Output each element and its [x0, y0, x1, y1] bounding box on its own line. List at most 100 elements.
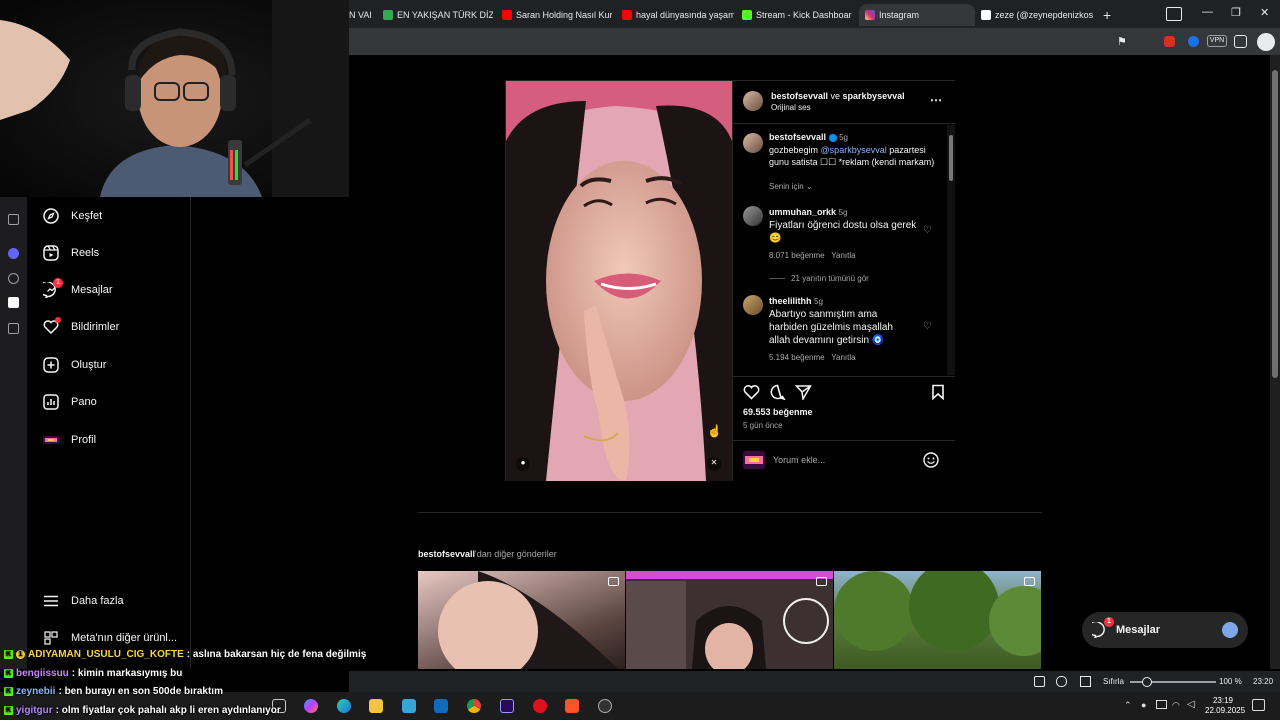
- sidebar-item-label: Bildirimler: [71, 321, 120, 333]
- network-icon[interactable]: [1156, 700, 1167, 709]
- comments-scrollbar-thumb[interactable]: [949, 135, 953, 181]
- post-thumbnail[interactable]: [834, 571, 1041, 669]
- browser-toolbar: ⚑ VPN: [349, 28, 1280, 55]
- audio-label[interactable]: Orijinal ses: [771, 103, 811, 112]
- browser-tab[interactable]: Stream - Kick Dashboard: [742, 4, 852, 26]
- zoom-reset-button[interactable]: Sıfırla: [1103, 677, 1124, 686]
- reply-button[interactable]: Yanıtla: [831, 251, 855, 260]
- commenter-avatar[interactable]: [743, 295, 763, 315]
- comment-input[interactable]: Yorum ekle...: [773, 455, 825, 465]
- caption-username[interactable]: bestofsevvall: [769, 132, 826, 142]
- sidebar-item-label: Mesajlar: [71, 284, 113, 296]
- caption-avatar[interactable]: [743, 133, 763, 153]
- globe-icon[interactable]: [8, 273, 19, 284]
- chrome-icon[interactable]: [467, 699, 481, 713]
- commenter-username[interactable]: theelilithh: [769, 296, 812, 306]
- restore-button[interactable]: ❐: [1231, 6, 1241, 19]
- like-icon[interactable]: [743, 384, 760, 405]
- view-replies-button[interactable]: 21 yanıtın tümünü gör: [769, 274, 869, 283]
- save-icon[interactable]: [931, 384, 945, 405]
- more-posts-username[interactable]: bestofsevvall: [418, 549, 475, 559]
- caption-text: gozbebegim @sparkbysevval pazartesi gunu…: [769, 145, 935, 167]
- opera-icon[interactable]: [533, 699, 547, 713]
- mute-icon[interactable]: ✕: [709, 458, 719, 468]
- store-icon[interactable]: [402, 699, 416, 713]
- browser-tab[interactable]: Saran Holding Nasıl Kurukt: [502, 4, 612, 26]
- sidebar-item-explore[interactable]: Keşfet: [43, 203, 102, 229]
- reply-button[interactable]: Yanıtla: [831, 353, 855, 362]
- copilot-icon[interactable]: [304, 699, 318, 713]
- system-clock[interactable]: 23:19 22.09.2025: [1205, 696, 1245, 716]
- comment-icon[interactable]: [769, 384, 786, 405]
- section-divider: [418, 512, 1042, 513]
- post-thumbnail[interactable]: [626, 571, 833, 669]
- zoom-slider-handle[interactable]: [1142, 677, 1152, 687]
- wifi-icon[interactable]: ◠: [1172, 700, 1180, 711]
- sidebar-item-more[interactable]: Daha fazla: [43, 588, 124, 614]
- edge-icon[interactable]: [337, 699, 351, 713]
- profile-avatar-icon[interactable]: [1257, 33, 1275, 51]
- emoji-icon[interactable]: [923, 452, 939, 473]
- extension-icon[interactable]: [1164, 36, 1175, 47]
- notification-center-icon[interactable]: [1252, 699, 1265, 711]
- mention-link[interactable]: @sparkbysevval: [821, 145, 887, 155]
- note-icon[interactable]: [8, 214, 19, 225]
- author-username[interactable]: bestofsevvall: [771, 91, 828, 101]
- browser-tab-active[interactable]: Instagram: [859, 4, 975, 26]
- bookmark-icon[interactable]: ⚑: [1117, 35, 1133, 51]
- comment-like-icon[interactable]: ♡: [923, 321, 932, 332]
- sidebar-item-dashboard[interactable]: Pano: [43, 389, 97, 415]
- commenter-username[interactable]: ummuhan_orkk: [769, 207, 836, 217]
- add-panel-icon[interactable]: [8, 323, 19, 334]
- more-options-icon[interactable]: ⋯: [930, 93, 943, 107]
- screenshot-icon[interactable]: [1034, 676, 1045, 687]
- premiere-icon[interactable]: [500, 699, 514, 713]
- tab-search-icon[interactable]: [1166, 7, 1182, 21]
- reel-video[interactable]: ● ✕: [506, 81, 732, 481]
- page-scrollbar-thumb[interactable]: [1272, 70, 1278, 378]
- sidebar-item-profile[interactable]: Profil: [43, 427, 96, 453]
- extension-icon[interactable]: [1188, 36, 1199, 47]
- like-count[interactable]: 69.553 beğenme: [743, 407, 813, 417]
- obs-icon[interactable]: [598, 699, 612, 713]
- browser-tab[interactable]: zeze (@zeynepdenizkose) |: [981, 4, 1093, 26]
- new-tab-button[interactable]: +: [1103, 4, 1117, 26]
- microphone-icon[interactable]: ●: [1141, 700, 1146, 710]
- wallet-icon[interactable]: [1234, 35, 1247, 48]
- minimize-button[interactable]: —: [1202, 6, 1213, 18]
- sidebar-item-notifications[interactable]: Bildirimler: [43, 314, 119, 340]
- post-thumbnail[interactable]: [418, 571, 625, 669]
- file-explorer-icon[interactable]: [369, 699, 383, 713]
- browser-status-bar: Sıfırla 100 % 23:20: [349, 671, 1280, 692]
- chat-username: ADIYAMAN_USULU_CIG_KOFTE: [28, 648, 184, 660]
- browser-tab[interactable]: hayal dünyasında yaşaman: [622, 4, 734, 26]
- browser-tab[interactable]: EN YAKIŞAN TÜRK DİZİ Çİ: [383, 4, 493, 26]
- capture-icon[interactable]: [1056, 676, 1067, 687]
- contact-avatar: [1222, 622, 1238, 638]
- coauthor-username[interactable]: sparkbysevval: [843, 91, 905, 101]
- zoom-level: 100 %: [1219, 677, 1242, 686]
- wikipedia-icon[interactable]: [8, 297, 19, 308]
- outlook-icon[interactable]: [434, 699, 448, 713]
- messages-floating-button[interactable]: 1 Mesajlar: [1082, 612, 1248, 648]
- tag-user-icon[interactable]: ●: [518, 458, 528, 468]
- youtube-icon: [622, 10, 632, 20]
- for-you-toggle[interactable]: Senin için ⌄: [769, 182, 813, 191]
- share-icon[interactable]: [794, 384, 812, 405]
- mastodon-icon[interactable]: [8, 248, 19, 259]
- fullscreen-icon[interactable]: [1080, 676, 1091, 687]
- tray-chevron-icon[interactable]: ⌃: [1124, 700, 1132, 711]
- plus-square-icon: [43, 357, 59, 373]
- volume-icon[interactable]: ◁: [1187, 699, 1195, 710]
- close-window-button[interactable]: ✕: [1260, 6, 1269, 19]
- sidebar-item-reels[interactable]: Reels: [43, 240, 99, 266]
- sidebar-item-messages[interactable]: 1 Mesajlar: [43, 277, 113, 303]
- commenter-avatar[interactable]: [743, 206, 763, 226]
- vpn-button[interactable]: VPN: [1207, 35, 1227, 47]
- comment-like-icon[interactable]: ♡: [923, 225, 932, 236]
- vivaldi-icon[interactable]: [565, 699, 579, 713]
- messages-label: Mesajlar: [1116, 624, 1161, 636]
- browser-tab[interactable]: N VAR: [349, 4, 371, 26]
- sidebar-item-create[interactable]: Oluştur: [43, 352, 106, 378]
- author-avatar[interactable]: [743, 91, 763, 111]
